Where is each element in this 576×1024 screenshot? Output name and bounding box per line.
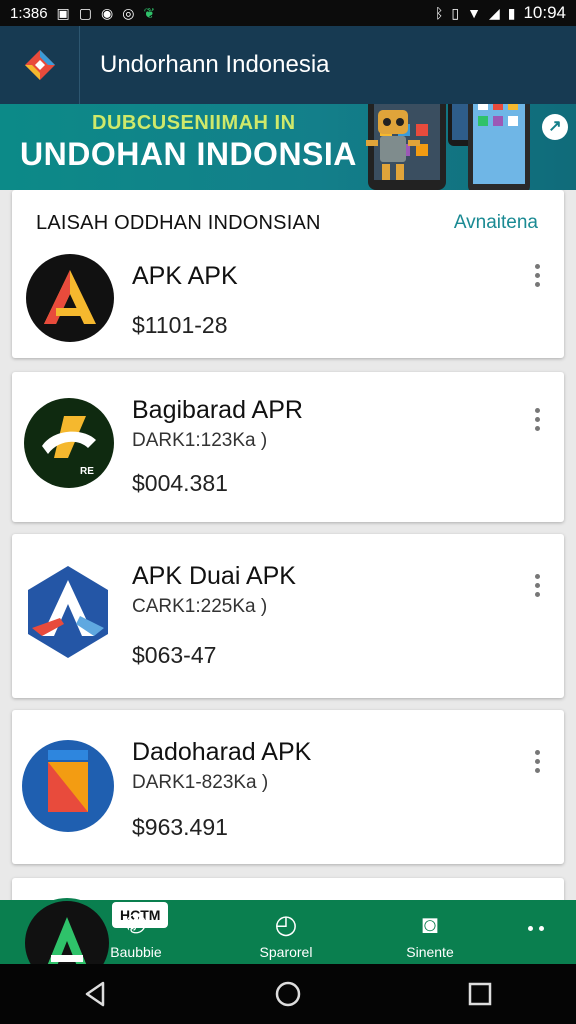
wifi-icon: ▼ — [467, 5, 481, 21]
tab-label: Sinente — [406, 944, 454, 960]
robot-mascot-icon — [366, 110, 420, 180]
chat-bubble-icon: ✆ — [125, 909, 147, 939]
more-tabs-button[interactable] — [528, 926, 544, 931]
more-options-button[interactable] — [532, 408, 542, 431]
app-icon[interactable] — [22, 740, 114, 832]
app-icon[interactable]: RE — [24, 398, 114, 488]
tab-camera[interactable]: ◙ Sinente — [398, 900, 462, 964]
list-card[interactable]: Dadoharad APK DARK1-823Ka ) $963.491 — [12, 710, 564, 864]
app-list: LAISAH ODDHAN INDONSIAN Avnaitena APK AP… — [0, 190, 576, 900]
app-name: APK APK — [132, 262, 238, 290]
page-title: Undorhann Indonesia — [100, 51, 330, 78]
list-card[interactable]: LAISAH ODDHAN INDONSIAN Avnaitena APK AP… — [12, 190, 564, 358]
banner-share-icon[interactable]: ↗ — [542, 114, 568, 140]
lock-notification-icon: ▢ — [78, 5, 93, 21]
app-icon-badge-text: RE — [80, 466, 94, 477]
gallery-notification-icon: ▣ — [56, 5, 70, 21]
app-name: APK Duai APK — [132, 562, 296, 590]
vibrate-icon: ▯ — [451, 5, 460, 21]
recents-icon[interactable] — [465, 979, 495, 1009]
target-notification-icon: ◎ — [122, 5, 135, 21]
system-nav-bar — [0, 964, 576, 1024]
sync-notification-icon: ◉ — [101, 5, 114, 21]
app-price: $063-47 — [132, 642, 217, 668]
app-price: $1101-28 — [132, 312, 228, 338]
more-options-button[interactable] — [532, 750, 542, 773]
back-icon[interactable] — [81, 979, 111, 1009]
leaf-notification-icon: ❦ — [143, 5, 156, 21]
list-card[interactable]: RE Bagibarad APR DARK1:123Ka ) $004.381 — [12, 372, 564, 522]
app-meta: DARK1-823Ka ) — [132, 772, 269, 793]
list-card[interactable] — [12, 878, 564, 900]
banner-subtitle: DUBCUSENIIMAH IN — [92, 112, 296, 134]
app-name: Bagibarad APR — [132, 396, 303, 424]
list-card[interactable]: APK Duai APK CARK1:225Ka ) $063-47 — [12, 534, 564, 698]
app-icon[interactable] — [20, 564, 116, 660]
bluetooth-icon: ᛒ — [434, 5, 444, 21]
camera-icon: ◙ — [422, 909, 438, 939]
app-meta: CARK1:225Ka ) — [132, 596, 268, 617]
status-time-right: 10:94 — [523, 3, 566, 22]
app-logo-icon[interactable] — [0, 26, 80, 104]
tab-label: Sparorel — [259, 944, 313, 960]
home-icon[interactable] — [273, 979, 303, 1009]
signal-icon: ◢ — [488, 5, 500, 21]
app-icon[interactable] — [26, 254, 114, 342]
compass-icon: ◴ — [274, 909, 298, 939]
status-time-left: 1:386 — [10, 4, 48, 22]
status-bar: 1:386 ▣ ▢ ◉ ◎ ❦ ᛒ ▯ ▼ ◢ ▮ 10:94 — [0, 0, 576, 26]
app-price: $963.491 — [132, 814, 228, 840]
promo-banner[interactable]: DUBCUSENIIMAH IN UNDOHAN INDONSIA ↗ — [0, 104, 576, 190]
bottom-tab-bar: HCTM ✆ Baubbie ◴ Sparorel ◙ Sinente — [0, 898, 576, 988]
banner-title: UNDOHAN INDONSIA — [20, 136, 357, 172]
app-meta: DARK1:123Ka ) — [132, 430, 268, 451]
tab-chat[interactable]: ✆ Baubbie — [104, 900, 168, 964]
section-header: LAISAH ODDHAN INDONSIAN — [36, 212, 321, 234]
battery-icon: ▮ — [507, 5, 516, 21]
app-name: Dadoharad APK — [132, 738, 312, 766]
app-price: $004.381 — [132, 470, 228, 496]
tab-explore[interactable]: ◴ Sparorel — [250, 900, 322, 964]
app-header: Undorhann Indonesia — [0, 26, 576, 104]
more-options-button[interactable] — [532, 574, 542, 597]
section-action-link[interactable]: Avnaitena — [454, 212, 538, 234]
more-options-button[interactable] — [532, 264, 542, 287]
tab-label: Baubbie — [110, 944, 162, 960]
